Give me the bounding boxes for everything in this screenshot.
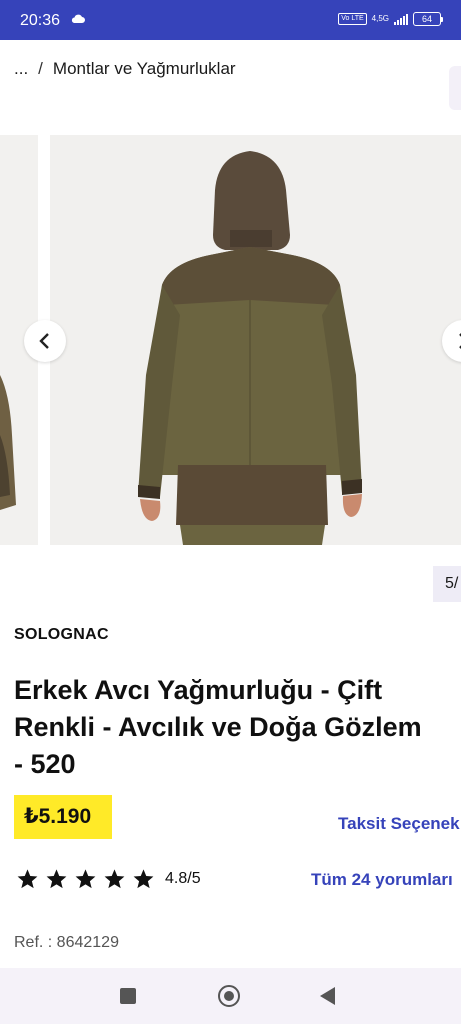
star-icon [133,869,154,889]
system-nav-bar [0,968,461,1024]
volte-icon: Vo LTE [338,13,367,25]
recents-square-icon[interactable] [120,988,136,1004]
product-brand[interactable]: SOLOGNAC [14,626,109,644]
status-time: 20:36 [20,12,61,29]
price-tag: ₺5.190 [14,795,112,839]
installment-options-link[interactable]: Taksit Seçenek [338,814,460,834]
breadcrumb-current[interactable]: Montlar ve Yağmurluklar [53,59,236,79]
network-type: 4,5G [371,14,389,23]
status-bar: 20:36 Vo LTE 4,5G 64 [0,0,461,40]
product-reference: Ref. : 8642129 [14,934,119,951]
back-triangle-icon[interactable] [320,987,335,1005]
status-icons: Vo LTE 4,5G 64 [338,12,443,26]
rating-stars[interactable] [16,868,155,890]
chevron-left-icon [39,333,49,349]
product-title-line: Renkli - Avcılık ve Doğa Gözlem [14,712,422,742]
gallery-prev-button[interactable] [24,320,66,362]
product-image-jacket-back[interactable] [50,135,461,545]
battery-icon: 64 [413,12,443,26]
cloud-icon [71,14,85,23]
star-icon [75,869,96,889]
home-circle-icon[interactable] [218,985,240,1007]
star-icon [46,869,67,889]
product-title-line: Erkek Avcı Yağmurluğu - Çift [14,675,383,705]
breadcrumb-ellipsis[interactable]: ... [14,59,28,79]
all-reviews-link[interactable]: Tüm 24 yorumları [311,870,453,890]
product-title: Erkek Avcı Yağmurluğu - Çift Renkli - Av… [14,672,461,783]
chevron-right-icon [459,333,461,349]
gallery-counter: 5/ [433,566,461,602]
star-icon [104,869,125,889]
rating-score: 4.8/5 [165,870,201,887]
star-icon [17,869,38,889]
product-gallery[interactable] [0,135,461,545]
offscreen-chip[interactable] [449,66,461,110]
breadcrumb: ... / Montlar ve Yağmurluklar [14,59,236,79]
signal-icon [394,13,408,25]
product-title-line: - 520 [14,749,76,779]
breadcrumb-separator: / [38,59,43,78]
